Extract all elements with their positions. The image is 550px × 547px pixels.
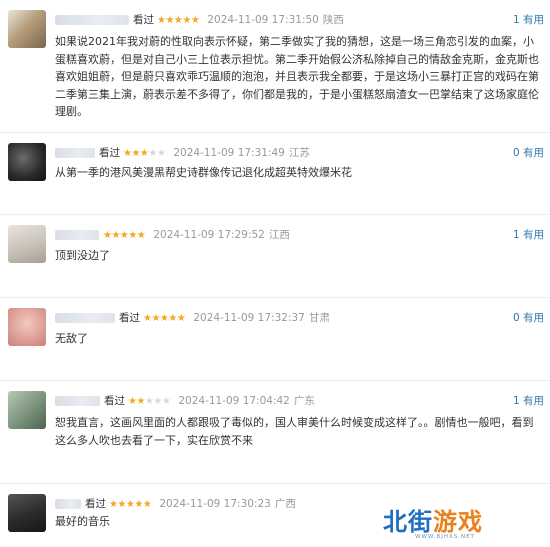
useful-button[interactable]: 1 有用 bbox=[513, 227, 544, 243]
username[interactable] bbox=[55, 230, 99, 240]
review-location: 江苏 bbox=[288, 147, 310, 159]
username[interactable] bbox=[55, 148, 95, 158]
review-meta: 看过 ★★★★★ 2024-11-09 17:04:42 广东 bbox=[55, 393, 315, 409]
useful-button[interactable]: 0 有用 bbox=[513, 145, 544, 161]
review-location: 甘肃 bbox=[308, 312, 330, 324]
site-watermark: 北街游戏 WWW.BJHXS.NET bbox=[383, 500, 548, 545]
review-meta: ★★★★★ 2024-11-09 17:29:52 江西 bbox=[55, 227, 290, 243]
review-location: 广西 bbox=[274, 498, 296, 510]
review-time: 2024-11-09 17:31:50 bbox=[207, 14, 319, 26]
review-time: 2024-11-09 17:32:37 bbox=[193, 312, 305, 324]
review-location: 江西 bbox=[268, 229, 290, 241]
review-content: 顶到没边了 bbox=[55, 249, 110, 262]
watermark-text-2: 游戏 bbox=[433, 508, 483, 536]
rating-stars: ★★★★★ bbox=[143, 313, 186, 324]
review-meta: 看过 ★★★★★ 2024-11-09 17:31:50 陕西 bbox=[55, 12, 344, 28]
review-content: 无敌了 bbox=[55, 332, 88, 345]
review-time: 2024-11-09 17:29:52 bbox=[153, 229, 265, 241]
review-content: 从第一季的港风美漫黑帮史诗群像传记退化成超英特效爆米花 bbox=[55, 166, 352, 179]
review-time: 2024-11-09 17:31:49 bbox=[173, 147, 285, 159]
review-item: 看过 ★★★★★ 2024-11-09 17:31:50 陕西 1 有用 如果说202… bbox=[0, 0, 550, 133]
rating-stars: ★★★★★ bbox=[128, 396, 171, 407]
avatar[interactable] bbox=[8, 225, 46, 263]
review-meta: 看过 ★★★★★ 2024-11-09 17:30:23 广西 bbox=[55, 496, 296, 512]
review-item: 看过 ★★★★★ 2024-11-09 17:31:49 江苏 0 有用 从第一季的港… bbox=[0, 133, 550, 215]
username[interactable] bbox=[55, 313, 115, 323]
avatar[interactable] bbox=[8, 10, 46, 48]
review-item: ★★★★★ 2024-11-09 17:29:52 江西 1 有用 顶到没边了 bbox=[0, 215, 550, 298]
watch-status: 看过 bbox=[99, 147, 120, 159]
review-meta: 看过 ★★★★★ 2024-11-09 17:31:49 江苏 bbox=[55, 145, 310, 161]
watch-status: 看过 bbox=[119, 312, 140, 324]
rating-stars: ★★★★★ bbox=[109, 499, 152, 510]
rating-stars: ★★★★★ bbox=[103, 230, 146, 241]
avatar[interactable] bbox=[8, 494, 46, 532]
review-time: 2024-11-09 17:04:42 bbox=[178, 395, 290, 407]
rating-stars: ★★★★★ bbox=[157, 15, 200, 26]
watermark-logo: 北街游戏 bbox=[383, 502, 483, 537]
avatar[interactable] bbox=[8, 391, 46, 429]
review-location: 陕西 bbox=[322, 14, 344, 26]
useful-button[interactable]: 1 有用 bbox=[513, 12, 544, 28]
watch-status: 看过 bbox=[85, 498, 106, 510]
username[interactable] bbox=[55, 15, 129, 25]
username[interactable] bbox=[55, 499, 81, 509]
rating-stars: ★★★★★ bbox=[123, 148, 166, 159]
review-content: 恕我直言，这画风里面的人都跟吸了毒似的，国人审美什么时候变成这样了。。剧情也一般… bbox=[55, 416, 534, 447]
useful-button[interactable]: 0 有用 bbox=[513, 310, 544, 326]
review-content: 如果说2021年我对蔚的性取向表示怀疑，第二季做实了我的猜想，这是一场三角恋引发… bbox=[55, 35, 539, 118]
review-time: 2024-11-09 17:30:23 bbox=[159, 498, 271, 510]
watermark-text-1: 北街 bbox=[383, 508, 433, 536]
review-item: 看过 ★★★★★ 2024-11-09 17:32:37 甘肃 0 有用 无敌了 bbox=[0, 298, 550, 381]
watch-status: 看过 bbox=[104, 395, 125, 407]
useful-button[interactable]: 1 有用 bbox=[513, 393, 544, 409]
watch-status: 看过 bbox=[133, 14, 154, 26]
review-location: 广东 bbox=[293, 395, 315, 407]
username[interactable] bbox=[55, 396, 100, 406]
review-meta: 看过 ★★★★★ 2024-11-09 17:32:37 甘肃 bbox=[55, 310, 330, 326]
avatar[interactable] bbox=[8, 143, 46, 181]
avatar[interactable] bbox=[8, 308, 46, 346]
watermark-url: WWW.BJHXS.NET bbox=[415, 534, 475, 540]
review-item: 看过 ★★★★★ 2024-11-09 17:04:42 广东 1 有用 恕我直言，这… bbox=[0, 381, 550, 484]
